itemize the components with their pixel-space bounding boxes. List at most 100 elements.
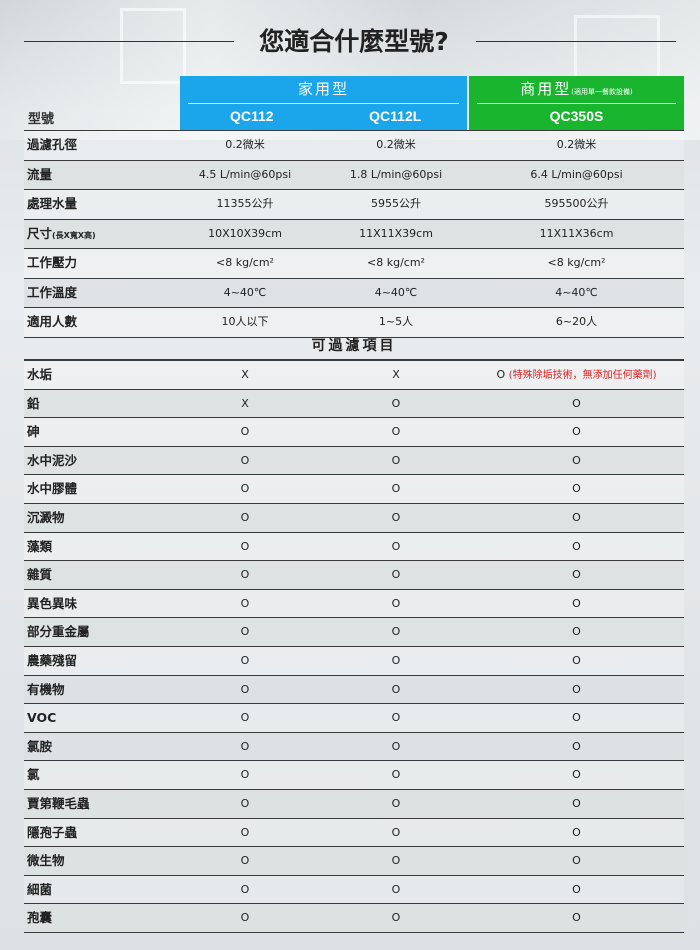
filter-mark: O [180,475,310,503]
spec-label: 工作溫度 [27,279,77,307]
spec-value: 4~40℃ [223,285,267,299]
filter-mark: O [311,590,481,618]
filter-mark: O [469,390,684,418]
filter-mark-value: O [240,539,250,553]
filter-mark: O [180,876,310,904]
filter-label: 沉澱物 [27,509,65,525]
filter-mark: O [180,847,310,875]
spec-label-text: 處理水量 [27,196,78,211]
filter-mark: O [180,733,310,761]
business-type-header: 商用型(適用單一餐飲設備) QC350S [469,76,684,130]
filter-label: 孢囊 [27,910,53,926]
spec-value: 4~40℃ [374,285,418,299]
filter-label: 雜質 [27,567,53,583]
filter-mark-value: O [240,453,250,467]
filter-mark-value: O [240,911,250,925]
filter-mark-value: O [572,768,581,782]
filter-mark-value: O [391,625,401,639]
filter-mark: O (特殊除垢技術，無添加任何藥劑) [469,361,684,390]
filter-mark: O [180,447,310,475]
filter-mark-value: O [391,653,401,667]
filter-row: 微生物 O O O [24,847,684,876]
filter-mark-value: X [241,368,249,381]
filter-mark-value: O [391,882,401,896]
filter-mark: O [180,704,310,732]
filter-mark: O [469,847,684,875]
filter-mark: O [180,819,310,847]
filter-mark-value: O [391,482,401,496]
filter-row: 氯胺 O O O [24,732,684,762]
filter-mark-value: O [240,682,250,696]
filter-mark: O [311,876,481,904]
filter-mark: O [469,590,684,618]
spec-value: <8 kg/cm² [216,256,274,269]
spec-label: 工作壓力 [27,249,77,277]
filter-label: VOC [27,710,57,726]
biz-group-label: 商用型 [520,80,572,98]
spec-row: 過濾孔徑 0.2微米 0.2微米 0.2微米 [24,130,684,161]
spec-value: 4~40℃ [555,285,598,299]
filter-mark-value: O [572,625,581,639]
filter-mark: O [180,418,310,446]
spec-value: 6~20人 [555,315,598,328]
filter-mark: O [469,790,684,818]
spec-value: 595500公升 [544,197,609,210]
filter-mark-value: O [496,368,506,381]
filter-mark-value: O [240,796,250,810]
filter-mark: O [469,733,684,761]
spec-table: 過濾孔徑 0.2微米 0.2微米 0.2微米 流量 4.5 L/min@60psi 1.8 … [24,130,684,338]
filter-mark: O [311,647,481,675]
filter-mark-value: O [572,596,581,610]
filter-label: 隱孢子蟲 [27,824,78,840]
filter-label: 氯胺 [27,738,53,754]
filter-row: 水中膠體 O O O [24,475,684,504]
spec-value: 11X11X39cm [359,226,433,240]
spec-value: 10X10X39cm [208,226,282,240]
filter-mark-value: O [240,625,250,639]
filter-mark-value: O [572,510,581,524]
model-row-label: 型號 [28,112,55,127]
filter-mark: O [469,819,684,847]
filter-row: 農藥殘留 O O O [24,646,684,676]
filter-mark: O [311,390,481,418]
filter-mark-value: O [572,568,581,582]
spec-value: 6.4 L/min@60psi [530,167,623,181]
filter-mark-value: O [572,854,581,868]
spec-value: 4.5 L/min@60psi [198,167,292,181]
filter-mark: O [311,847,481,875]
filter-mark-value: O [391,739,401,753]
spec-label: 適用人數 [27,308,77,336]
filter-mark: O [180,561,310,589]
filter-mark: O [469,418,684,446]
filter-label: 砷 [27,424,40,440]
filter-mark-value: O [572,796,581,810]
filter-mark-value: O [572,711,581,725]
filter-mark-value: O [572,539,581,553]
filter-mark-value: O [240,739,250,753]
spec-label-text: 流量 [27,166,53,182]
filter-mark-value: O [391,568,401,582]
spec-value: <8 kg/cm² [547,256,606,269]
filter-mark-value: O [572,682,581,696]
filter-row: 砷OOO [24,418,684,447]
filter-mark: O [311,733,481,761]
filter-label: 水垢 [27,367,53,382]
filter-mark: O [469,447,684,475]
filter-row: 部分重金屬 O O O [24,618,684,647]
filter-mark-value: O [391,539,401,553]
filter-mark-value: O [391,510,401,524]
filter-mark-value: O [391,711,401,725]
filter-mark: O [180,533,310,561]
model-qc350s: QC350S [549,108,604,124]
filter-mark: O [469,647,684,675]
filter-row: 孢囊 O O O [24,904,684,933]
filter-mark: O [311,618,481,646]
filter-mark-value: O [391,796,401,810]
spec-label-text: 工作溫度 [27,284,78,300]
filter-row: 鉛XOO [24,389,684,419]
filter-label: 有機物 [27,681,65,697]
filter-row: 沉澱物 O O O [24,503,684,533]
filter-mark: O [311,447,481,475]
filter-mark: O [311,504,481,532]
filter-row: 賈第鞭毛蟲 O O O [24,789,684,819]
